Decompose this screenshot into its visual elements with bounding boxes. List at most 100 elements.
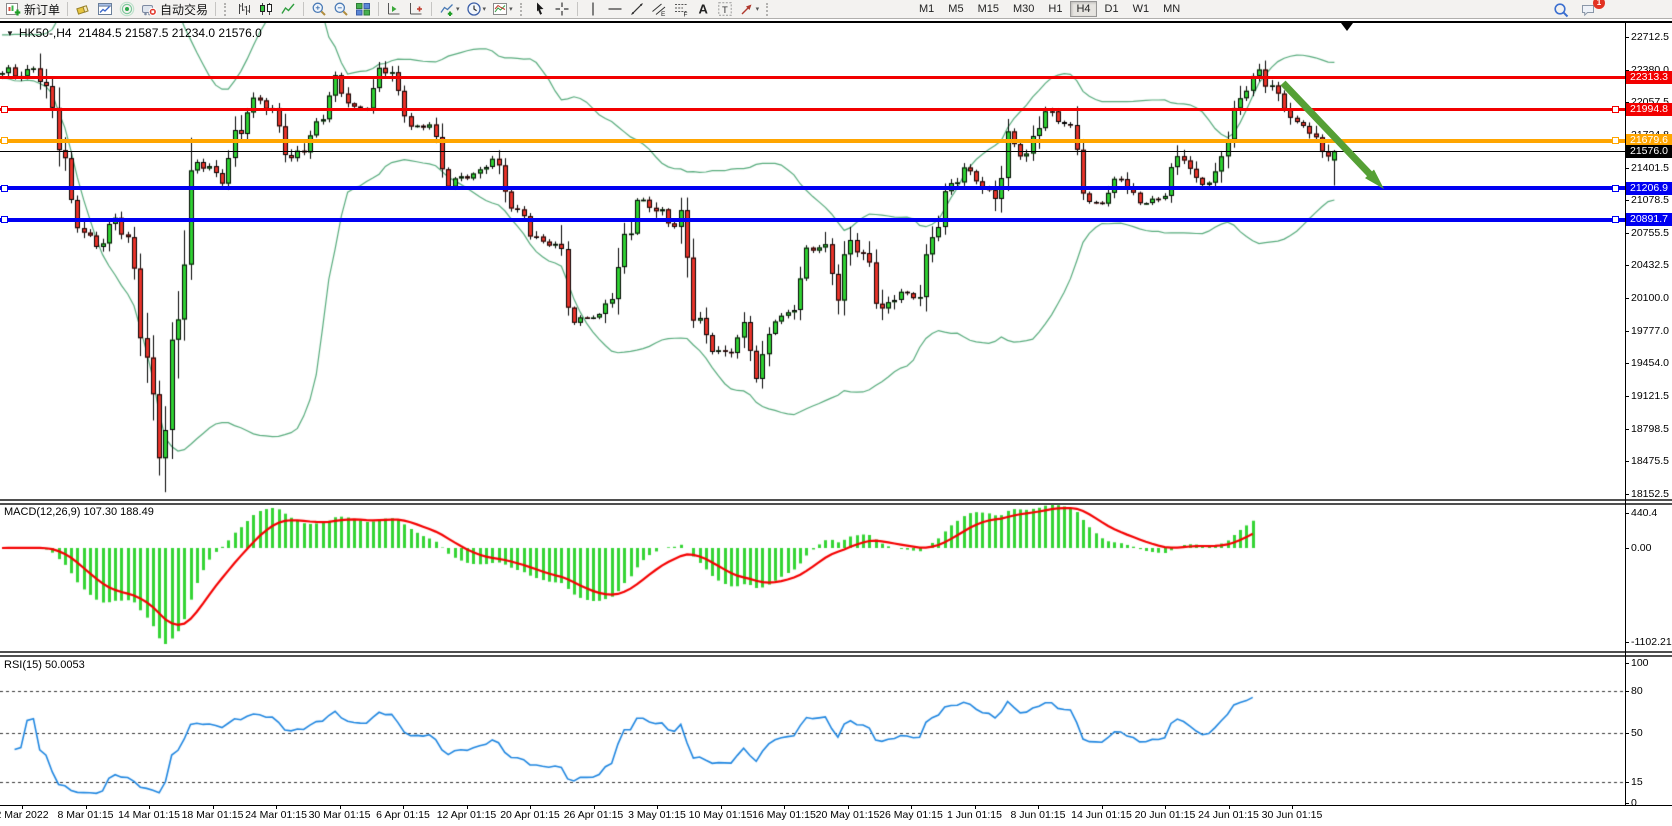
price-label-box-21679.6: 21679.6 xyxy=(1626,134,1672,147)
trading-platform-window: 新订单 自动交易 xyxy=(0,0,1672,826)
price-tick-label: 22380.0 xyxy=(1631,64,1669,76)
time-axis-tickmark xyxy=(530,806,531,809)
search-button[interactable] xyxy=(1551,1,1571,18)
time-tick-label: 30 Jun 01:15 xyxy=(1262,809,1323,821)
signals-button[interactable] xyxy=(117,1,137,18)
rsi-label: RSI(15) 50.0053 xyxy=(4,659,85,671)
time-tick-label: 26 Apr 01:15 xyxy=(564,809,624,821)
time-tick-label: 3 May 01:15 xyxy=(628,809,686,821)
zoom-in-button[interactable] xyxy=(309,1,329,18)
time-axis-border xyxy=(0,805,1672,806)
tab-timeframe-M15[interactable]: M15 xyxy=(972,1,1005,17)
auto-trading-button[interactable]: 自动交易 xyxy=(139,1,210,18)
time-axis-tickmark xyxy=(657,806,658,809)
fibonacci-tool-button[interactable]: F xyxy=(671,1,691,18)
trendline-tool-button[interactable] xyxy=(627,1,647,18)
arrows-menu-button[interactable]: ▾ xyxy=(737,1,762,18)
time-axis-tickmark xyxy=(1038,806,1039,809)
text-letter: A xyxy=(698,2,708,17)
trend-arrow-line[interactable] xyxy=(1283,83,1374,178)
tile-windows-button[interactable] xyxy=(353,1,373,18)
notifications-button[interactable]: 1 xyxy=(1579,1,1599,18)
time-tick-label: 18 Mar 01:15 xyxy=(182,809,244,821)
new-chart-button[interactable] xyxy=(95,1,115,18)
ohlc-bars-icon xyxy=(236,1,252,17)
time-tick-label: 12 Apr 01:15 xyxy=(437,809,497,821)
indicators-menu-button[interactable]: ▾ xyxy=(437,1,462,18)
tab-timeframe-M1[interactable]: M1 xyxy=(913,1,940,17)
time-axis-tickmark xyxy=(1292,806,1293,809)
price-tick-label: 19454.0 xyxy=(1631,357,1669,369)
chart-window-icon xyxy=(97,1,113,17)
toolbar-grip[interactable] xyxy=(766,3,771,16)
time-axis-tickmark xyxy=(1102,806,1103,809)
pane-separator[interactable] xyxy=(0,651,1672,653)
price-tick-label: 22057.5 xyxy=(1631,96,1669,108)
text-icon: A xyxy=(695,1,711,17)
tab-timeframe-D1[interactable]: D1 xyxy=(1099,1,1125,17)
line-chart-mode-button[interactable] xyxy=(278,1,298,18)
time-axis-tickmark xyxy=(467,806,468,809)
time-axis-tickmark xyxy=(721,806,722,809)
macd-tick-label: -1102.21 xyxy=(1631,636,1672,648)
price-tick-label: 21401.5 xyxy=(1631,162,1669,174)
time-tick-label: 2 Mar 2022 xyxy=(0,809,49,821)
chevron-down-icon: ▾ xyxy=(509,5,513,13)
price-tick-label: 19777.0 xyxy=(1631,325,1669,337)
auto-trading-label: 自动交易 xyxy=(160,1,208,18)
zoom-in-icon xyxy=(311,1,327,17)
macd-tick-label: 0.00 xyxy=(1631,542,1651,554)
vertical-line-tool-button[interactable] xyxy=(583,1,603,18)
candlestick-mode-button[interactable] xyxy=(256,1,276,18)
time-tick-label: 10 May 01:15 xyxy=(689,809,753,821)
time-axis-tickmark xyxy=(276,806,277,809)
search-icon xyxy=(1553,2,1569,18)
time-tick-label: 24 Jun 01:15 xyxy=(1198,809,1259,821)
price-label-box-21576.0: 21576.0 xyxy=(1626,145,1672,158)
pane-separator[interactable] xyxy=(0,655,1672,657)
rsi-pane-canvas[interactable] xyxy=(0,657,1625,805)
time-tick-label: 20 Jun 01:15 xyxy=(1135,809,1196,821)
chart-top-border xyxy=(0,21,1672,23)
erase-objects-button[interactable] xyxy=(73,1,93,18)
auto-scroll-button[interactable] xyxy=(384,1,404,18)
channel-tool-button[interactable]: E xyxy=(649,1,669,18)
macd-label: MACD(12,26,9) 107.30 188.49 xyxy=(4,506,154,518)
tab-timeframe-W1[interactable]: W1 xyxy=(1127,1,1156,17)
templates-menu-button[interactable]: ▾ xyxy=(490,1,515,18)
toolbar-grip[interactable] xyxy=(224,3,229,16)
clock-icon xyxy=(466,1,482,17)
horizontal-line-tool-button[interactable] xyxy=(605,1,625,18)
crosshair-tool-button[interactable] xyxy=(552,1,572,18)
zoom-out-button[interactable] xyxy=(331,1,351,18)
chart-shift-button[interactable] xyxy=(406,1,426,18)
time-axis-tickmark xyxy=(848,806,849,809)
trend-arrow[interactable] xyxy=(1270,70,1400,200)
macd-pane-canvas[interactable] xyxy=(0,505,1625,651)
toolbar-grip[interactable] xyxy=(520,3,525,16)
tab-timeframe-M30[interactable]: M30 xyxy=(1007,1,1040,17)
periods-menu-button[interactable]: ▾ xyxy=(464,1,489,18)
tab-timeframe-MN[interactable]: MN xyxy=(1157,1,1186,17)
bar-chart-mode-button[interactable] xyxy=(234,1,254,18)
text-tool-button[interactable]: A xyxy=(693,1,713,18)
new-order-button[interactable]: 新订单 xyxy=(3,1,62,18)
tab-timeframe-H1[interactable]: H1 xyxy=(1042,1,1068,17)
zoom-out-icon xyxy=(333,1,349,17)
rsi-tick-label: 15 xyxy=(1631,776,1643,788)
label-letter: T xyxy=(722,5,728,16)
chart-ohlc-values: 21484.5 21587.5 21234.0 21576.0 xyxy=(78,26,262,40)
tab-timeframe-M5[interactable]: M5 xyxy=(942,1,969,17)
collapse-arrow-icon[interactable]: ▼ xyxy=(6,29,14,38)
label-tool-button[interactable]: T xyxy=(715,1,735,18)
pane-separator[interactable] xyxy=(0,503,1672,505)
line-chart-icon xyxy=(280,1,296,17)
cursor-tool-button[interactable] xyxy=(530,1,550,18)
pane-separator[interactable] xyxy=(0,499,1672,501)
chart-shift-marker-icon xyxy=(1341,23,1353,31)
tab-timeframe-H4[interactable]: H4 xyxy=(1070,1,1096,17)
price-tick-label: 22712.5 xyxy=(1631,31,1669,43)
toolbar-separator xyxy=(67,2,68,16)
equidistant-channel-icon: E xyxy=(651,1,667,17)
price-tick-label: 20432.5 xyxy=(1631,259,1669,271)
